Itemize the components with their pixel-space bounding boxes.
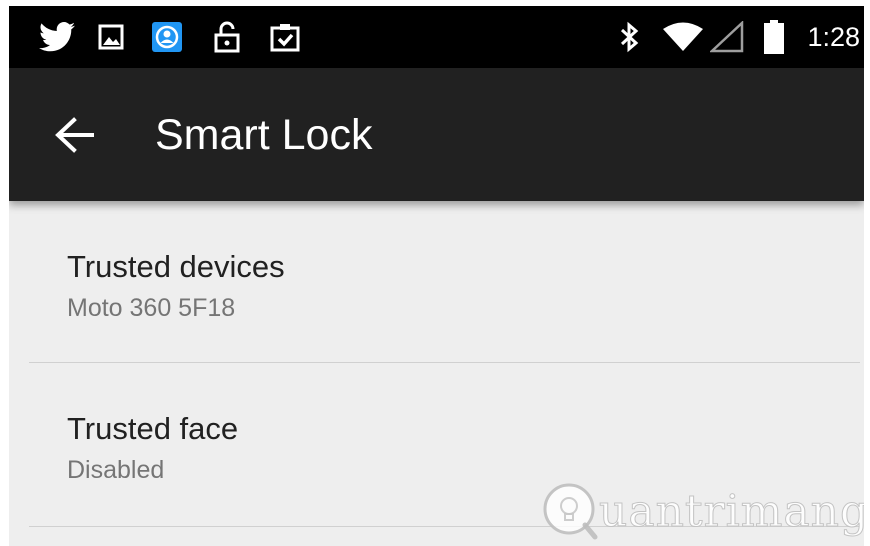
status-clock: 1:28 xyxy=(807,22,860,52)
screen: 1:28 Smart Lock Trusted devices Moto 360… xyxy=(9,6,864,546)
bluetooth-icon xyxy=(615,21,645,53)
pref-title: Trusted devices xyxy=(67,249,285,284)
image-icon xyxy=(95,21,127,53)
account-icon xyxy=(149,21,185,53)
back-button[interactable] xyxy=(49,112,99,158)
trusted-devices-item[interactable]: Trusted devices Moto 360 5F18 xyxy=(9,201,864,363)
twitter-icon xyxy=(37,21,77,53)
battery-icon xyxy=(761,20,787,54)
pref-summary: Moto 360 5F18 xyxy=(67,294,236,322)
lock-open-icon xyxy=(211,21,243,53)
pref-summary: Disabled xyxy=(67,456,165,484)
cellular-signal-icon xyxy=(707,21,747,53)
trusted-face-item[interactable]: Trusted face Disabled xyxy=(9,363,864,527)
preference-list: Trusted devices Moto 360 5F18 Trusted fa… xyxy=(9,201,864,527)
app-bar: Smart Lock xyxy=(9,68,864,201)
arrow-back-icon xyxy=(55,117,94,153)
status-bar: 1:28 xyxy=(9,6,864,68)
wifi-icon xyxy=(661,21,705,53)
pref-title: Trusted face xyxy=(67,411,239,446)
divider xyxy=(29,526,860,527)
page-title: Smart Lock xyxy=(155,111,373,159)
clipboard-check-icon xyxy=(267,21,303,53)
